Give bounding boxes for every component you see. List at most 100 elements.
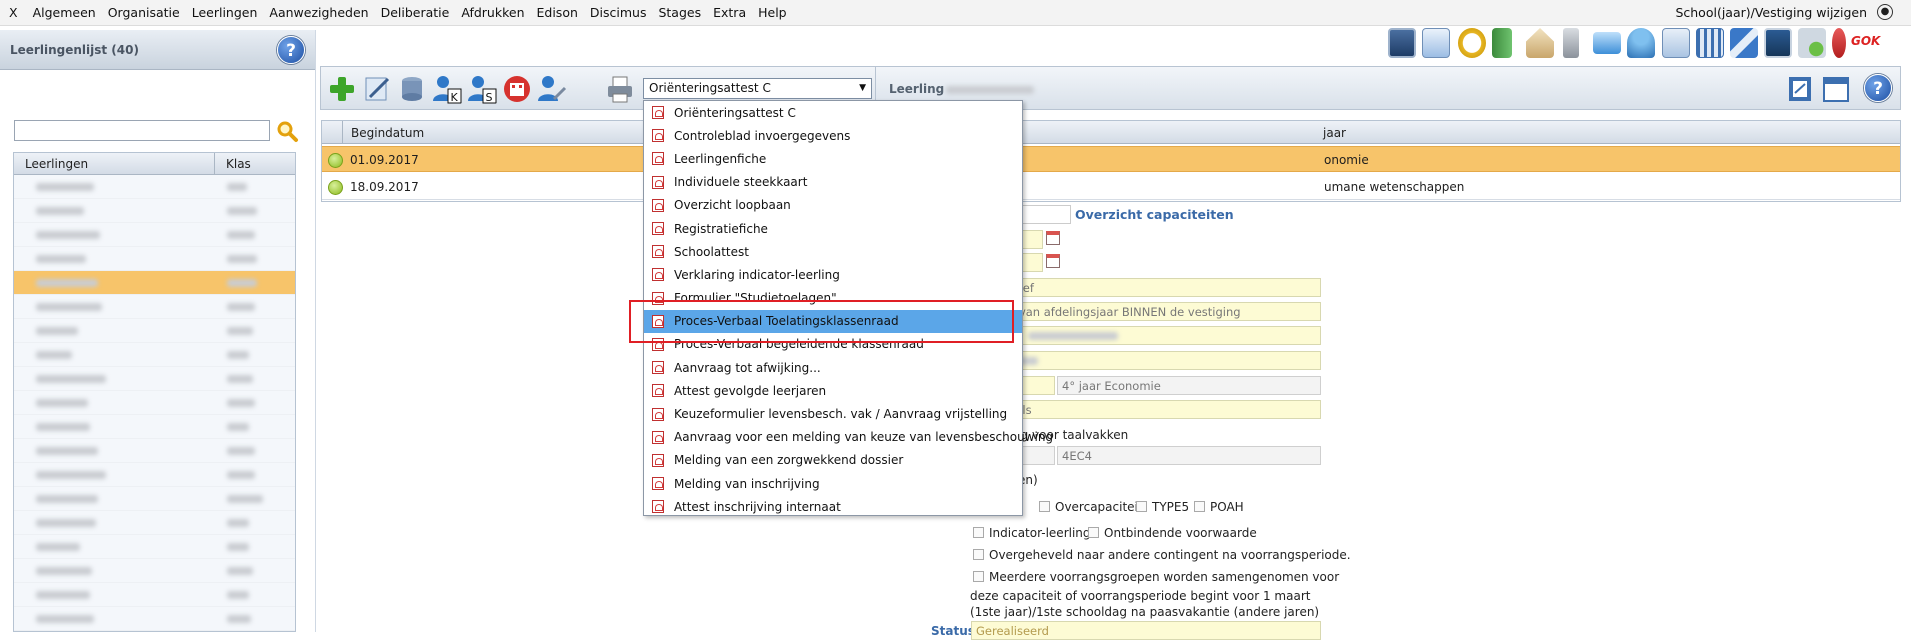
dropdown-item[interactable]: Attest inschrijving internaat xyxy=(644,495,1022,518)
checkbox-poah[interactable]: POAH xyxy=(1194,500,1244,514)
menu-discimus[interactable]: Discimus xyxy=(584,5,653,20)
calendar-icon[interactable] xyxy=(1820,73,1852,105)
table-row[interactable] xyxy=(14,535,295,559)
dropdown-item[interactable]: Overzicht loopbaan xyxy=(644,194,1022,217)
checkbox-box[interactable] xyxy=(1136,501,1147,512)
menu-close[interactable]: X xyxy=(0,5,27,20)
screen-settings-icon[interactable] xyxy=(1764,28,1792,58)
settings-icon[interactable] xyxy=(1798,28,1826,58)
ruler-icon[interactable] xyxy=(1730,28,1758,58)
dropdown-item[interactable]: Oriënteringsattest C xyxy=(644,101,1022,124)
checkbox-overgeheveld[interactable]: Overgeheveld naar andere contingent na v… xyxy=(973,548,1351,562)
edit-icon[interactable] xyxy=(361,73,393,105)
menu-help[interactable]: Help xyxy=(752,5,793,20)
checkbox-ontbindende-voorwaarde[interactable]: Ontbindende voorwaarde xyxy=(1088,526,1257,540)
checkbox-overcapaciteit[interactable]: Overcapaciteit xyxy=(1039,500,1143,514)
help-icon[interactable]: ? xyxy=(277,36,305,64)
mail-icon[interactable] xyxy=(1593,32,1621,54)
menu-extra[interactable]: Extra xyxy=(707,5,752,20)
table-row[interactable] xyxy=(14,271,295,295)
table-row[interactable] xyxy=(14,247,295,271)
users-icon[interactable] xyxy=(1627,28,1655,58)
dropdown-item[interactable]: Keuzeformulier levensbesch. vak / Aanvra… xyxy=(644,402,1022,425)
checkbox-box[interactable] xyxy=(973,571,984,582)
menu-organisatie[interactable]: Organisatie xyxy=(102,5,186,20)
dropdown-item[interactable]: Registratiefiche xyxy=(644,217,1022,240)
checkbox-meerdere[interactable]: Meerdere voorrangsgroepen worden samenge… xyxy=(973,570,1339,584)
table-row[interactable] xyxy=(14,487,295,511)
checkbox-type5[interactable]: TYPE5 xyxy=(1136,500,1189,514)
table-row[interactable] xyxy=(14,463,295,487)
user-s-icon[interactable]: S xyxy=(466,73,498,105)
table-row[interactable] xyxy=(14,607,295,631)
monitor-icon[interactable] xyxy=(1388,28,1416,58)
table-row[interactable] xyxy=(14,391,295,415)
menu-stages[interactable]: Stages xyxy=(652,5,707,20)
column-klas[interactable]: Klas xyxy=(215,153,251,174)
menu-edison[interactable]: Edison xyxy=(531,5,584,20)
dropdown-item[interactable]: Aanvraag voor een melding van keuze van … xyxy=(644,426,1053,449)
calendar-icon[interactable] xyxy=(1046,231,1060,245)
grid-icon[interactable] xyxy=(1696,28,1724,58)
building-icon[interactable] xyxy=(501,73,533,105)
book-icon[interactable] xyxy=(1492,28,1512,58)
column-begindatum[interactable]: Begindatum xyxy=(351,126,424,140)
database-icon[interactable] xyxy=(396,73,428,105)
add-icon[interactable] xyxy=(326,73,358,105)
checkbox-box[interactable] xyxy=(973,549,984,560)
user-edit-icon[interactable] xyxy=(536,73,568,105)
table-row[interactable] xyxy=(14,367,295,391)
checkbox-box[interactable] xyxy=(973,527,984,538)
column-leerlingen[interactable]: Leerlingen xyxy=(14,153,215,174)
school-switch-link[interactable]: School(jaar)/Vestiging wijzigen xyxy=(1675,5,1867,20)
checkbox-box[interactable] xyxy=(1194,501,1205,512)
rule-field[interactable]: gels xyxy=(1003,400,1321,419)
print-icon[interactable] xyxy=(604,73,636,105)
dropdown-item[interactable]: Aanvraag tot afwijking... xyxy=(644,356,1022,379)
capacity-overview-link[interactable]: Overzicht capaciteiten xyxy=(1075,207,1234,222)
dropdown-item[interactable]: Melding van een zorgwekkend dossier xyxy=(644,449,1022,472)
table-row[interactable]: 18.09.2017 umane wetenschappen xyxy=(321,174,1901,200)
health-icon[interactable] xyxy=(1832,28,1846,58)
dropdown-item[interactable]: Verklaring indicator-leerling xyxy=(644,263,1022,286)
edit-sheet-icon[interactable] xyxy=(1422,28,1450,58)
table-row[interactable] xyxy=(14,439,295,463)
table-row[interactable] xyxy=(14,223,295,247)
student-search-input[interactable] xyxy=(14,120,270,141)
checkbox-indicator-leerling[interactable]: Indicator-leerling xyxy=(973,526,1091,540)
menu-leerlingen[interactable]: Leerlingen xyxy=(186,5,264,20)
help-icon[interactable]: ? xyxy=(1864,74,1892,102)
menu-deliberatie[interactable]: Deliberatie xyxy=(375,5,456,20)
export-icon[interactable] xyxy=(1784,73,1816,105)
calendar-icon[interactable] xyxy=(1046,254,1060,268)
table-row[interactable] xyxy=(14,511,295,535)
table-row[interactable] xyxy=(14,199,295,223)
table-row[interactable] xyxy=(14,559,295,583)
address-card-icon[interactable] xyxy=(1662,28,1690,58)
menu-algemeen[interactable]: Algemeen xyxy=(27,5,102,20)
user-k-icon[interactable]: K xyxy=(431,73,463,105)
menu-aanwezigheden[interactable]: Aanwezigheden xyxy=(263,5,374,20)
home-icon[interactable] xyxy=(1526,28,1554,58)
dropdown-item[interactable]: Leerlingenfiche xyxy=(644,147,1022,170)
table-row[interactable] xyxy=(14,583,295,607)
destination-field[interactable] xyxy=(1003,351,1321,370)
reason-field[interactable]: g van afdelingsjaar BINNEN de vestiging xyxy=(1003,302,1321,321)
table-row[interactable] xyxy=(14,175,295,199)
checkbox-box[interactable] xyxy=(1039,501,1050,512)
dropdown-item[interactable]: Controleblad invoergegevens xyxy=(644,124,1022,147)
user-icon[interactable]: ● xyxy=(1877,4,1893,20)
phone-icon[interactable] xyxy=(1563,28,1579,58)
dropdown-item[interactable]: Schoolattest xyxy=(644,240,1022,263)
dropdown-item[interactable]: Individuele steekkaart xyxy=(644,171,1022,194)
table-row[interactable] xyxy=(14,415,295,439)
table-row[interactable]: 01.09.2017 onomie xyxy=(321,146,1901,172)
table-row[interactable] xyxy=(14,343,295,367)
table-row[interactable] xyxy=(14,295,295,319)
search-icon[interactable] xyxy=(275,119,299,143)
type-field[interactable]: atief xyxy=(1003,278,1321,297)
report-select[interactable]: Oriënteringsattest C ▼ xyxy=(643,78,872,99)
checkbox-box[interactable] xyxy=(1088,527,1099,538)
chevron-down-icon[interactable]: ▼ xyxy=(859,83,866,93)
menu-afdrukken[interactable]: Afdrukken xyxy=(455,5,530,20)
